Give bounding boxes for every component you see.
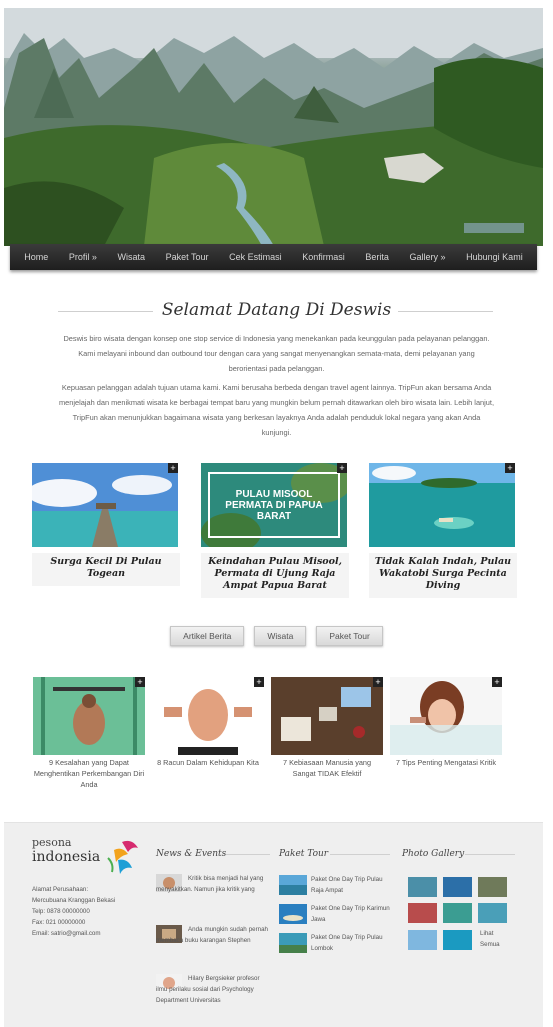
article-card[interactable]: + 7 Tips Penting Mengatasi Kritik	[390, 677, 502, 768]
nav-paket-tour[interactable]: Paket Tour	[166, 252, 209, 262]
gallery-thumb[interactable]	[408, 930, 437, 950]
article-title[interactable]: 7 Kebiasaan Manusia yang Sangat TIDAK Ef…	[271, 757, 383, 779]
article-card[interactable]: + 8 Racun Dalam Kehidupan Kita	[152, 677, 264, 768]
nav-home[interactable]: Home	[24, 252, 48, 262]
news-item[interactable]: Hilary Bergsieker profesor ilmu perilaku…	[156, 973, 268, 1006]
featured-card-wakatobi[interactable]: + Tidak Kalah Indah, Pulau Wakatobi Surg…	[369, 463, 517, 598]
misool-image[interactable]: PULAU MISOOL PERMATA DI PAPUA BARAT +	[201, 463, 347, 547]
gallery-divider	[465, 854, 515, 855]
gallery-thumb[interactable]	[443, 877, 472, 897]
expand-plus-icon[interactable]: +	[492, 677, 502, 687]
tour-item[interactable]: Paket One Day Trip Pulau Raja Ampat	[311, 874, 391, 896]
title-divider-right	[398, 311, 493, 312]
news-item[interactable]: Anda mungkin sudah pernah membaca buku k…	[156, 924, 268, 946]
gallery-thumb[interactable]	[443, 903, 472, 923]
expand-plus-icon[interactable]: +	[505, 463, 515, 473]
featured-caption[interactable]: Surga Kecil Di Pulau Togean	[32, 553, 180, 586]
article-title[interactable]: 7 Tips Penting Mengatasi Kritik	[390, 757, 502, 768]
welcome-title: Selamat Datang Di Deswis	[161, 300, 392, 320]
welcome-paragraph-2: Kepuasan pelanggan adalah tujuan utama k…	[58, 383, 495, 437]
gallery-thumb[interactable]	[408, 903, 437, 923]
footer-address: Alamat Perusahaan: Mercubuana Kranggan B…	[32, 884, 142, 939]
logo-text-bottom: indonesia	[32, 849, 101, 865]
misool-overlay-text: PULAU MISOOL PERMATA DI PAPUA BARAT	[225, 489, 323, 522]
welcome-paragraph-1: Deswis biro wisata dengan konsep one sto…	[63, 334, 490, 373]
tour-item[interactable]: Paket One Day Trip Pulau Lombok	[311, 932, 391, 954]
expand-plus-icon[interactable]: +	[337, 463, 347, 473]
expand-plus-icon[interactable]: +	[254, 677, 264, 687]
main-navigation: Home Profil » Wisata Paket Tour Cek Esti…	[10, 244, 537, 270]
gallery-thumb[interactable]	[478, 877, 507, 897]
nav-cek-estimasi[interactable]: Cek Estimasi	[229, 252, 282, 262]
hero-landscape-image	[4, 8, 543, 246]
pesona-indonesia-logo[interactable]: pesona indonesia	[32, 836, 142, 880]
featured-card-misool[interactable]: PULAU MISOOL PERMATA DI PAPUA BARAT + Ke…	[201, 463, 349, 598]
tour-divider	[330, 854, 390, 855]
featured-caption[interactable]: Tidak Kalah Indah, Pulau Wakatobi Surga …	[369, 553, 517, 598]
togean-image[interactable]: +	[32, 463, 178, 547]
article-gym-image[interactable]: +	[33, 677, 145, 755]
article-card[interactable]: + 9 Kesalahan yang Dapat Menghentikan Pe…	[33, 677, 145, 790]
nav-konfirmasi[interactable]: Konfirmasi	[302, 252, 345, 262]
article-card[interactable]: + 7 Kebiasaan Manusia yang Sangat TIDAK …	[271, 677, 383, 779]
nav-hubungi-kami[interactable]: Hubungi Kami	[466, 252, 523, 262]
address-line: Mercubuana Kranggan Bekasi	[32, 897, 116, 904]
category-buttons: Artikel Berita Wisata Paket Tour	[0, 626, 553, 646]
nav-gallery[interactable]: Gallery »	[410, 252, 446, 262]
article-man-image[interactable]: +	[152, 677, 264, 755]
gallery-see-all-link[interactable]: Lihat Semua	[480, 928, 508, 950]
news-item[interactable]: Kritik bisa menjadi hal yang menyakitkan…	[156, 873, 268, 895]
wisata-button[interactable]: Wisata	[254, 626, 307, 646]
artikel-berita-button[interactable]: Artikel Berita	[170, 626, 245, 646]
gallery-thumb[interactable]	[408, 877, 437, 897]
nav-wisata[interactable]: Wisata	[118, 252, 146, 262]
address-email[interactable]: Email: satrio@gmail.com	[32, 928, 142, 939]
expand-plus-icon[interactable]: +	[135, 677, 145, 687]
featured-caption[interactable]: Keindahan Pulau Misool, Permata di Ujung…	[201, 553, 349, 598]
page: Home Profil » Wisata Paket Tour Cek Esti…	[0, 0, 553, 1027]
article-title[interactable]: 8 Racun Dalam Kehidupan Kita	[152, 757, 264, 768]
article-desk-image[interactable]: +	[271, 677, 383, 755]
tour-heading: Paket Tour	[279, 849, 329, 859]
tour-thumb[interactable]	[279, 904, 307, 924]
article-woman-image[interactable]: +	[390, 677, 502, 755]
address-line: Alamat Perusahaan:	[32, 886, 89, 893]
gallery-heading: Photo Gallery	[402, 849, 465, 859]
paket-tour-button[interactable]: Paket Tour	[316, 626, 383, 646]
wakatobi-image[interactable]: +	[369, 463, 515, 547]
news-divider	[226, 854, 270, 855]
gallery-thumb[interactable]	[478, 903, 507, 923]
article-title[interactable]: 9 Kesalahan yang Dapat Menghentikan Perk…	[33, 757, 145, 790]
tour-thumb[interactable]	[279, 933, 307, 953]
expand-plus-icon[interactable]: +	[373, 677, 383, 687]
news-heading: News & Events	[156, 849, 227, 859]
tour-item[interactable]: Paket One Day Trip Karimun Jawa	[311, 903, 391, 925]
nav-berita[interactable]: Berita	[365, 252, 389, 262]
address-phone: Telp: 0878 00000000	[32, 908, 90, 915]
gallery-thumb[interactable]	[443, 930, 472, 950]
tour-thumb[interactable]	[279, 875, 307, 895]
address-fax: Fax: 021 00000000	[32, 919, 86, 926]
logo-text-top: pesona	[32, 836, 72, 849]
featured-card-togean[interactable]: + Surga Kecil Di Pulau Togean	[32, 463, 180, 586]
expand-plus-icon[interactable]: +	[168, 463, 178, 473]
nav-profil[interactable]: Profil »	[69, 252, 97, 262]
logo-bird-icon	[107, 840, 138, 874]
